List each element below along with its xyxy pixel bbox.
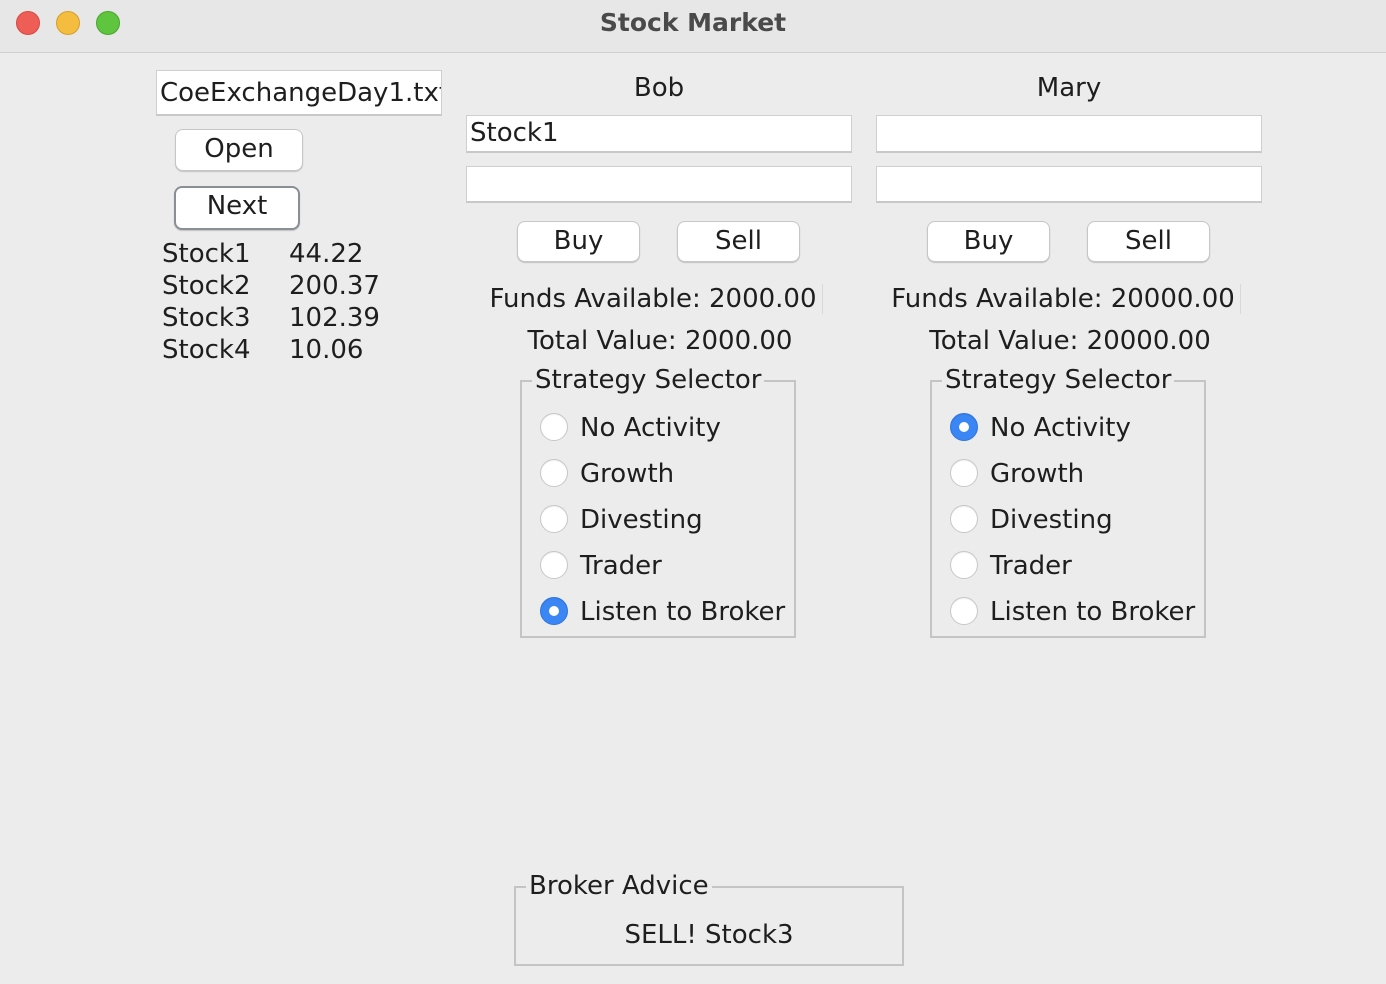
stock-price-list: Stock1 44.22 Stock2 200.37 Stock3 102.39… xyxy=(162,238,422,370)
stock-name: Stock4 xyxy=(162,335,251,365)
file-name-field[interactable]: CoeExchangeDay1.txt xyxy=(156,70,442,116)
radio-label: Divesting xyxy=(990,505,1113,535)
radio-label: No Activity xyxy=(990,413,1131,443)
next-button[interactable]: Next xyxy=(174,186,300,230)
trader-name-bob: Bob xyxy=(633,73,685,103)
stock-price: 200.37 xyxy=(289,271,380,301)
radio-label: Divesting xyxy=(580,505,703,535)
divider xyxy=(1240,284,1241,314)
mary-strategy-selector: Strategy Selector No Activity Growth Div… xyxy=(930,363,1206,638)
stock-price: 102.39 xyxy=(289,303,380,333)
stock-name: Stock1 xyxy=(162,239,251,269)
mary-total-value: Total Value: 20000.00 xyxy=(929,326,1211,356)
radio-label: Growth xyxy=(580,459,675,489)
stock-name: Stock3 xyxy=(162,303,251,333)
radio-button-selected[interactable] xyxy=(950,413,978,441)
app-window: Stock Market CoeExchangeDay1.txt Open Ne… xyxy=(0,0,1386,984)
radio-button[interactable] xyxy=(950,459,978,487)
strategy-selector-title: Strategy Selector xyxy=(942,363,1175,397)
radio-button[interactable] xyxy=(950,597,978,625)
radio-button[interactable] xyxy=(950,505,978,533)
trader-name-mary: Mary xyxy=(1036,73,1102,103)
radio-button-selected[interactable] xyxy=(540,597,568,625)
stock-price: 44.22 xyxy=(289,239,364,269)
bob-stock-field[interactable]: Stock1 xyxy=(466,115,852,153)
radio-label: No Activity xyxy=(580,413,721,443)
bob-strategy-selector: Strategy Selector No Activity Growth Div… xyxy=(520,363,796,638)
window-title: Stock Market xyxy=(599,8,787,37)
radio-label: Listen to Broker xyxy=(580,597,786,627)
stock-name: Stock2 xyxy=(162,271,251,301)
broker-advice-title: Broker Advice xyxy=(526,869,712,903)
mary-buy-button[interactable]: Buy xyxy=(927,221,1050,262)
bob-buy-button[interactable]: Buy xyxy=(517,221,640,262)
radio-button[interactable] xyxy=(950,551,978,579)
bob-quantity-field[interactable] xyxy=(466,166,852,203)
radio-button[interactable] xyxy=(540,459,568,487)
radio-label: Trader xyxy=(990,551,1072,581)
broker-advice-text: SELL! Stock3 xyxy=(624,920,794,950)
radio-label: Listen to Broker xyxy=(990,597,1196,627)
radio-button[interactable] xyxy=(540,551,568,579)
mary-funds-available: Funds Available: 20000.00 xyxy=(891,284,1235,314)
bob-funds-available: Funds Available: 2000.00 xyxy=(489,284,817,314)
stock-price: 10.06 xyxy=(289,335,364,365)
mary-stock-field[interactable] xyxy=(876,115,1262,153)
mary-quantity-field[interactable] xyxy=(876,166,1262,203)
title-bar: Stock Market xyxy=(0,0,1386,53)
bob-sell-button[interactable]: Sell xyxy=(677,221,800,262)
broker-advice-panel: Broker Advice SELL! Stock3 xyxy=(514,869,904,966)
radio-label: Trader xyxy=(580,551,662,581)
mary-sell-button[interactable]: Sell xyxy=(1087,221,1210,262)
bob-total-value: Total Value: 2000.00 xyxy=(527,326,793,356)
open-button[interactable]: Open xyxy=(175,129,303,171)
radio-label: Growth xyxy=(990,459,1085,489)
divider xyxy=(822,284,823,314)
radio-button[interactable] xyxy=(540,505,568,533)
strategy-selector-title: Strategy Selector xyxy=(532,363,765,397)
radio-button[interactable] xyxy=(540,413,568,441)
